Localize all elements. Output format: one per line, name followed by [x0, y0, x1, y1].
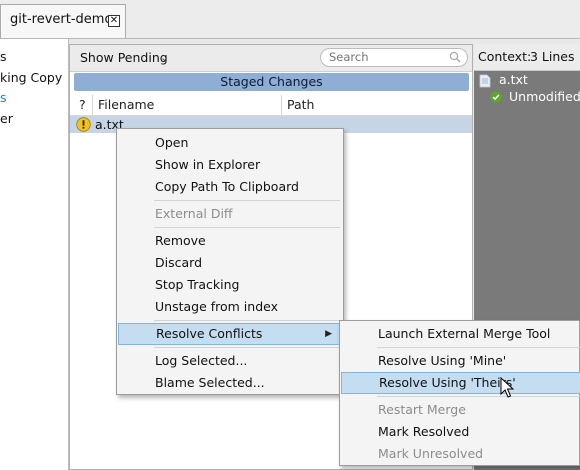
menu-item-mark-resolved[interactable]: Mark Resolved [341, 421, 580, 443]
menu-item-restart-merge: Restart Merge [378, 402, 466, 417]
menu-separator [377, 396, 580, 397]
menu-separator [154, 347, 340, 348]
check-circle-icon [490, 91, 502, 103]
panel-toolbar: Show Pending ⌄ [70, 45, 472, 72]
column-path[interactable]: Path [287, 97, 314, 112]
column-divider[interactable] [281, 95, 282, 115]
menu-separator [154, 200, 340, 201]
left-sidebar: s king Copy s er [0, 39, 69, 470]
file-context-menu: Open Show in Explorer Copy Path To Clipb… [116, 128, 344, 395]
context-label: Context: [478, 49, 532, 64]
sidebar-item-truncated[interactable]: s [0, 49, 7, 64]
menu-item-unstage[interactable]: Unstage from index [118, 296, 342, 318]
staged-changes-header: Staged Changes [74, 73, 469, 91]
menu-item-resolve-theirs[interactable]: Resolve Using 'Theirs' [341, 372, 580, 394]
menu-item-discard[interactable]: Discard [118, 252, 342, 274]
menu-item-show-in-explorer[interactable]: Show in Explorer [118, 154, 342, 176]
column-divider[interactable] [92, 95, 93, 115]
sidebar-item-selected[interactable]: s [0, 90, 7, 105]
menu-item-open[interactable]: Open [118, 132, 342, 154]
menu-item-resolve-mine[interactable]: Resolve Using 'Mine' [341, 350, 580, 372]
menu-item-copy-path[interactable]: Copy Path To Clipboard [118, 176, 342, 198]
menu-separator [377, 347, 580, 348]
sidebar-item-working-copy[interactable]: king Copy [0, 70, 62, 85]
resolve-conflicts-submenu: Launch External Merge Tool Resolve Using… [339, 320, 580, 466]
file-status-text: Unmodified file [509, 89, 580, 104]
column-status[interactable]: ? [79, 97, 86, 112]
context-lines-dropdown[interactable]: 3 Lines [530, 49, 575, 64]
context-bar: Context: 3 Lines [474, 44, 580, 71]
menu-item-label: Resolve Conflicts [156, 326, 263, 341]
tab-git-revert-demo[interactable]: git-revert-demo ✕ [0, 4, 126, 38]
menu-item-launch-merge-tool[interactable]: Launch External Merge Tool [341, 323, 580, 345]
sidebar-item-truncated-2[interactable]: er [0, 111, 13, 126]
menu-separator [154, 320, 340, 321]
tab-close-icon[interactable]: ✕ [108, 15, 120, 27]
mouse-cursor-icon [500, 377, 514, 398]
submenu-arrow-icon: ▶ [325, 329, 332, 339]
chevron-down-icon[interactable]: ⌄ [160, 48, 169, 68]
diff-file-name: a.txt [499, 72, 528, 87]
menu-separator [154, 227, 340, 228]
menu-item-mark-unresolved: Mark Unresolved [378, 446, 484, 461]
column-filename[interactable]: Filename [98, 97, 154, 112]
menu-item-remove[interactable]: Remove [118, 230, 342, 252]
menu-item-stop-tracking[interactable]: Stop Tracking [118, 274, 342, 296]
warning-icon [76, 117, 91, 132]
file-icon [479, 74, 491, 88]
search-icon [449, 51, 461, 63]
menu-item-external-diff: External Diff [155, 206, 233, 221]
tab-label: git-revert-demo [10, 12, 113, 27]
search-input[interactable] [329, 50, 447, 64]
show-pending-dropdown[interactable]: Show Pending [76, 48, 172, 68]
tab-strip: git-revert-demo ✕ [0, 0, 580, 39]
menu-item-log-selected[interactable]: Log Selected... [118, 350, 342, 372]
column-headers: ? Filename Path [70, 95, 472, 116]
menu-item-resolve-conflicts[interactable]: Resolve Conflicts ▶ [118, 323, 342, 345]
menu-item-blame-selected[interactable]: Blame Selected... [118, 372, 342, 394]
search-field[interactable] [320, 48, 468, 67]
